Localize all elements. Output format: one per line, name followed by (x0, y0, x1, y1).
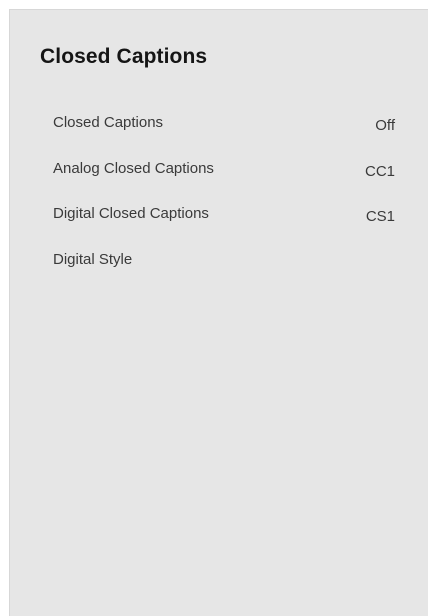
panel-title: Closed Captions (40, 45, 208, 68)
menu-item-label: Closed Captions (53, 114, 164, 131)
menu-item-label: Analog Closed Captions (53, 159, 214, 177)
menu-item-label: Digital Closed Captions (53, 205, 209, 222)
menu-item-digital-style[interactable]: Digital Style (53, 251, 395, 297)
menu-item-analog-closed-captions[interactable]: Analog Closed Captions CC1 (53, 160, 395, 206)
menu-item-value: CC1 (364, 162, 395, 180)
closed-captions-panel: Closed Captions Closed Captions Off Anal… (9, 9, 428, 616)
menu-item-label: Digital Style (53, 250, 133, 268)
captions-menu: Closed Captions Off Analog Closed Captio… (53, 114, 395, 296)
menu-item-value: Off (375, 117, 395, 134)
menu-item-closed-captions[interactable]: Closed Captions Off (53, 114, 395, 160)
menu-item-digital-closed-captions[interactable]: Digital Closed Captions CS1 (53, 205, 395, 251)
menu-item-value: CS1 (365, 208, 395, 225)
